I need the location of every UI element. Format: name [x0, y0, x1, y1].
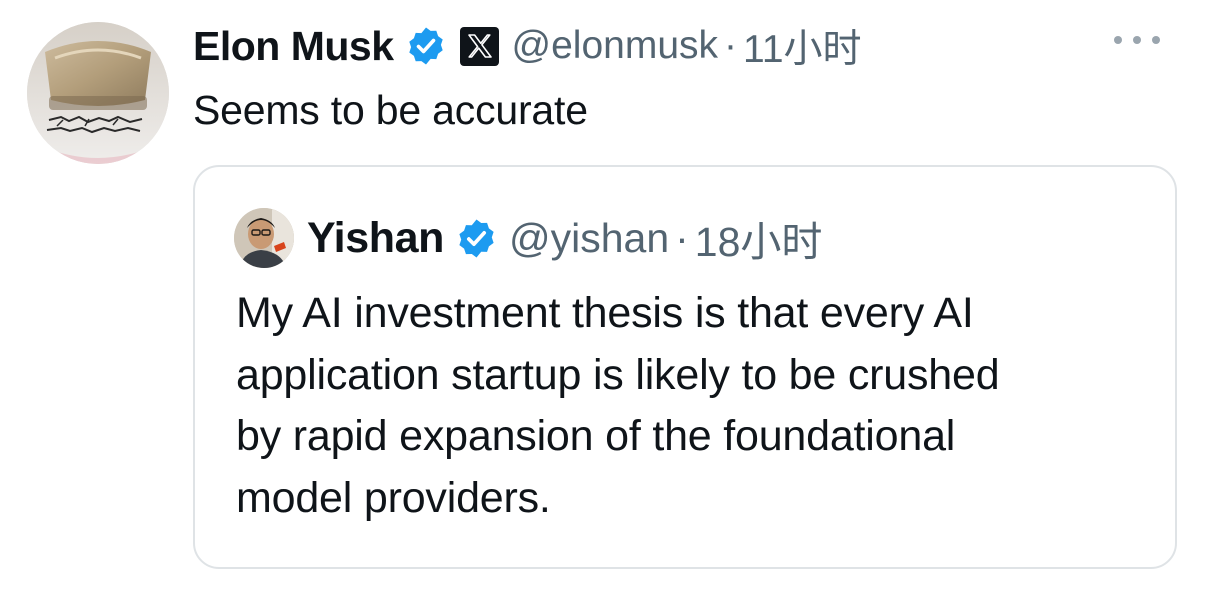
- tweet-timestamp[interactable]: 11小时: [743, 18, 862, 74]
- more-dot: [1152, 36, 1160, 44]
- quoted-text-line: application startup is likely to be crus…: [236, 350, 1000, 399]
- author-handle[interactable]: @elonmusk: [512, 24, 719, 68]
- tweet[interactable]: Elon Musk @elonmusk · 11小时 Seems to be a…: [0, 0, 1206, 598]
- quoted-author-display-name[interactable]: Yishan: [307, 214, 444, 263]
- quoted-text-line: model providers.: [236, 473, 551, 522]
- x-logo-icon[interactable]: [459, 26, 500, 67]
- tweet-header: Elon Musk @elonmusk · 11小时: [193, 19, 862, 73]
- quoted-tweet-text: My AI investment thesis is that every AI…: [236, 283, 1156, 529]
- tweet-text: Seems to be accurate: [193, 87, 588, 133]
- author-avatar[interactable]: [27, 22, 169, 164]
- verified-badge-icon[interactable]: [456, 218, 497, 259]
- quoted-text-line: by rapid expansion of the foundational: [236, 412, 956, 460]
- quoted-tweet-header: Yishan @yishan · 18小时: [234, 207, 822, 269]
- quoted-author-handle[interactable]: @yishan: [509, 215, 669, 262]
- quoted-tweet-card[interactable]: Yishan @yishan · 18小时 My AI investment t…: [193, 165, 1177, 569]
- author-display-name[interactable]: Elon Musk: [193, 23, 394, 70]
- quoted-header-separator: ·: [675, 214, 689, 261]
- verified-badge-icon[interactable]: [406, 26, 446, 66]
- more-dot: [1133, 36, 1141, 44]
- quoted-text-line: My AI investment thesis is that every AI: [236, 289, 974, 337]
- quoted-tweet-timestamp[interactable]: 18小时: [695, 208, 823, 268]
- more-horizontal-icon[interactable]: [1114, 28, 1160, 52]
- author-avatar-image: [27, 22, 169, 164]
- quoted-author-avatar[interactable]: [234, 208, 294, 268]
- header-separator: ·: [724, 24, 738, 67]
- more-dot: [1114, 36, 1122, 44]
